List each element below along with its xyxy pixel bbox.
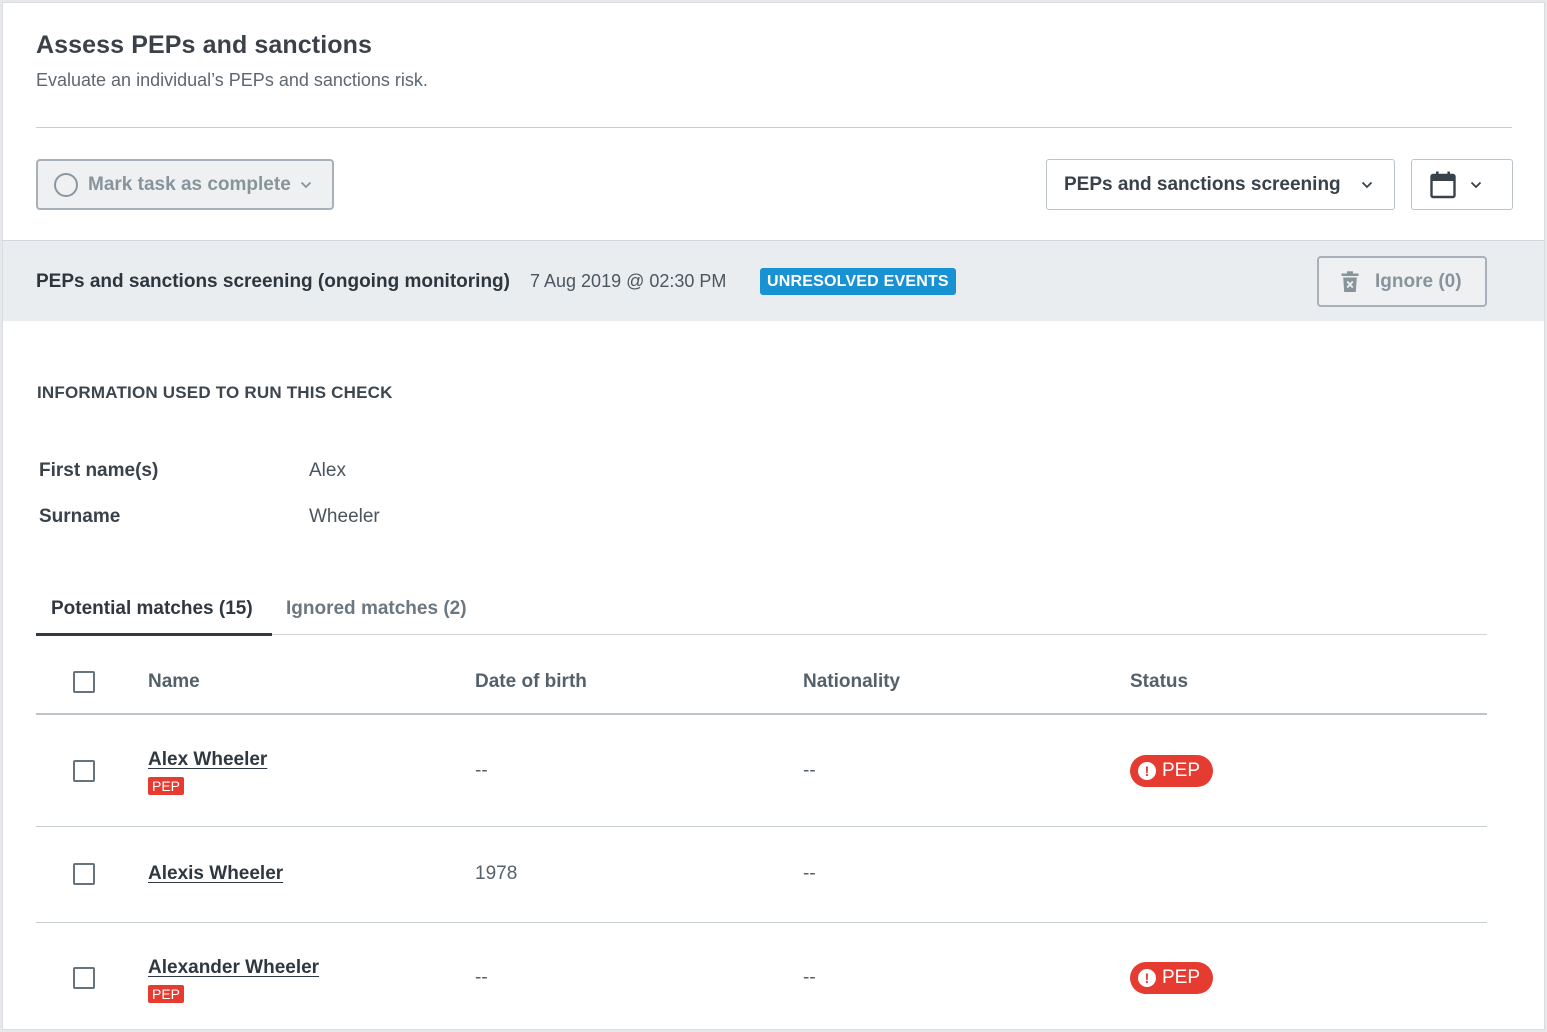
screening-type-select[interactable]: PEPs and sanctions screening: [1046, 159, 1395, 210]
nationality-cell: --: [803, 760, 816, 781]
date-select[interactable]: [1411, 159, 1513, 210]
screening-type-label: PEPs and sanctions screening: [1064, 173, 1341, 195]
matches-table: Name Date of birth Nationality Status Al…: [36, 635, 1487, 1029]
chevron-down-icon: [300, 181, 311, 188]
alert-icon: !: [1138, 969, 1156, 987]
table-header: Name Date of birth Nationality Status: [36, 635, 1487, 715]
nationality-cell: --: [803, 863, 816, 884]
calendar-icon: [1430, 171, 1456, 198]
trash-icon: [1341, 270, 1359, 292]
page-header: Assess PEPs and sanctions Evaluate an in…: [36, 31, 1512, 91]
table-row: Alex Wheeler PEP -- -- ! PEP: [36, 715, 1487, 827]
check-timestamp: 7 Aug 2019 @ 02:30 PM: [530, 271, 727, 291]
status-text: PEP: [1162, 760, 1201, 781]
table-row: Alexis Wheeler 1978 --: [36, 827, 1487, 923]
toolbar: Mark task as complete PEPs and sanctions…: [36, 159, 1513, 211]
chevron-down-icon: [1361, 181, 1372, 188]
column-header-status[interactable]: Status: [1130, 671, 1188, 693]
pep-tag: PEP: [148, 777, 185, 795]
ignore-button[interactable]: Ignore (0): [1317, 256, 1487, 307]
status-badge-pep: ! PEP: [1130, 755, 1214, 787]
row-checkbox[interactable]: [73, 863, 95, 885]
chevron-down-icon: [1470, 181, 1482, 188]
pep-tag: PEP: [148, 985, 185, 1003]
match-name-link[interactable]: Alexis Wheeler: [148, 863, 283, 885]
table-row: Alexander Wheeler PEP -- -- ! PEP: [36, 923, 1487, 1029]
row-checkbox[interactable]: [73, 967, 95, 989]
alert-icon: !: [1138, 762, 1156, 780]
dob-cell: --: [475, 967, 488, 988]
check-summary-bar: PEPs and sanctions screening (ongoing mo…: [3, 240, 1544, 321]
status-badge: UNRESOLVED EVENTS: [760, 268, 956, 295]
column-header-dob[interactable]: Date of birth: [475, 671, 587, 693]
info-value: Wheeler: [309, 506, 380, 527]
dob-cell: 1978: [475, 863, 518, 884]
circle-icon: [54, 172, 78, 197]
dob-cell: --: [475, 760, 488, 781]
page-frame: Assess PEPs and sanctions Evaluate an in…: [2, 2, 1545, 1030]
nationality-cell: --: [803, 967, 816, 988]
check-title: PEPs and sanctions screening (ongoing mo…: [36, 271, 510, 292]
column-header-nationality[interactable]: Nationality: [803, 671, 900, 693]
column-header-name[interactable]: Name: [148, 671, 200, 693]
info-label: First name(s): [39, 460, 159, 481]
info-label: Surname: [39, 506, 121, 527]
select-all-checkbox[interactable]: [73, 671, 95, 693]
info-value: Alex: [309, 460, 346, 481]
tab-ignored-matches[interactable]: Ignored matches (2): [286, 598, 467, 620]
header-divider: [36, 127, 1512, 128]
mark-task-complete-button[interactable]: Mark task as complete: [36, 159, 334, 210]
page-subtitle: Evaluate an individual’s PEPs and sancti…: [36, 70, 428, 90]
ignore-label: Ignore (0): [1375, 270, 1462, 292]
page-title: Assess PEPs and sanctions: [36, 31, 372, 59]
matches-tabs: Potential matches (15) Ignored matches (…: [36, 586, 1487, 636]
mark-task-complete-label: Mark task as complete: [88, 173, 291, 195]
match-name-link[interactable]: Alex Wheeler: [148, 749, 267, 771]
info-section-heading: INFORMATION USED TO RUN THIS CHECK: [37, 383, 393, 402]
tab-potential-matches[interactable]: Potential matches (15): [51, 598, 253, 620]
status-badge-pep: ! PEP: [1130, 962, 1214, 994]
status-text: PEP: [1162, 967, 1201, 988]
match-name-link[interactable]: Alexander Wheeler: [148, 957, 319, 979]
row-checkbox[interactable]: [73, 760, 95, 782]
